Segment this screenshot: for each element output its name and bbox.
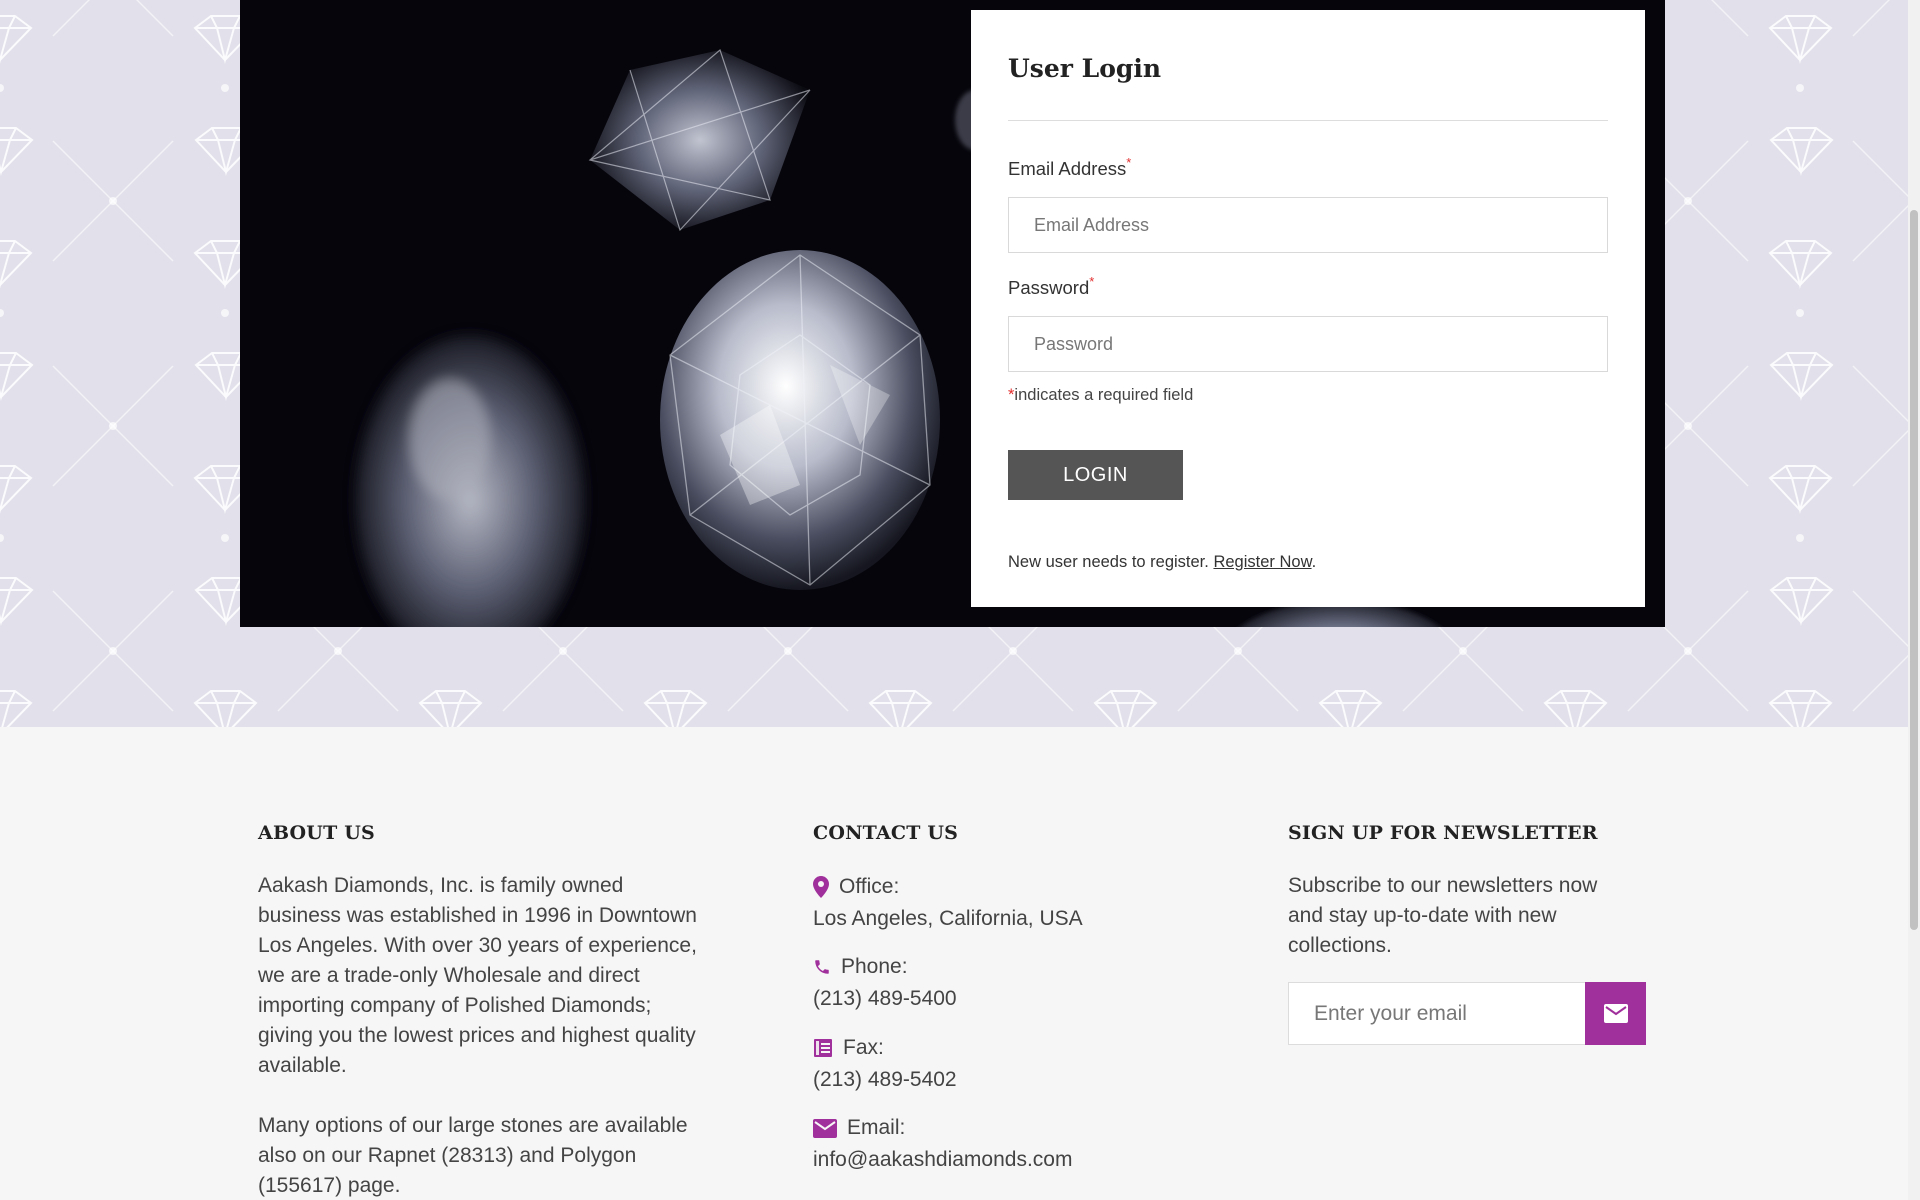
vertical-scrollbar[interactable] <box>1908 0 1920 1200</box>
email-input[interactable] <box>1008 197 1608 253</box>
register-suffix: . <box>1311 553 1317 571</box>
register-prefix: New user needs to register. <box>1008 553 1209 571</box>
mail-icon <box>813 1118 837 1138</box>
required-star: * <box>1126 155 1132 170</box>
scrollbar-thumb[interactable] <box>1910 210 1918 930</box>
office-value: Los Angeles, California, USA <box>813 907 1083 930</box>
email-value[interactable]: info@aakashdiamonds.com <box>813 1145 1072 1175</box>
phone-value: (213) 489-5400 <box>813 987 957 1010</box>
newsletter-submit-button[interactable] <box>1585 982 1646 1045</box>
contact-email: Email: info@aakashdiamonds.com <box>813 1113 1072 1175</box>
newsletter-description: Subscribe to our newsletters now and sta… <box>1288 874 1598 957</box>
register-now-link[interactable]: Register Now <box>1213 553 1311 571</box>
email-label-text: Email Address <box>1008 158 1127 179</box>
divider <box>1008 120 1608 121</box>
fax-icon <box>814 1039 832 1057</box>
contact-office: Office: Los Angeles, California, USA <box>813 872 1083 934</box>
about-paragraph-rapnet: Many options of our large stones are ava… <box>258 1114 688 1197</box>
diamond-front <box>660 250 940 590</box>
email-label: Email Address* <box>1008 155 1131 180</box>
password-input[interactable] <box>1008 316 1608 372</box>
required-note: *indicates a required field <box>1008 386 1193 405</box>
page: User Login Email Address* Password* *ind… <box>0 0 1908 1200</box>
about-heading: ABOUT US <box>258 822 375 844</box>
contact-fax: Fax: (213) 489-5402 <box>813 1033 957 1095</box>
phone-icon <box>815 960 829 974</box>
email-label: Email: <box>847 1116 906 1139</box>
newsletter-heading: SIGN UP FOR NEWSLETTER <box>1288 822 1598 844</box>
register-line: New user needs to register. Register Now… <box>1008 553 1316 572</box>
newsletter-email-input[interactable] <box>1288 982 1586 1045</box>
required-star: * <box>1089 274 1095 289</box>
office-label: Office: <box>839 875 900 898</box>
password-label: Password* <box>1008 274 1094 299</box>
login-card: User Login Email Address* Password* *ind… <box>971 10 1645 607</box>
required-note-text: indicates a required field <box>1014 386 1194 404</box>
phone-label: Phone: <box>841 955 908 978</box>
fax-label: Fax: <box>843 1036 884 1059</box>
fax-value: (213) 489-5402 <box>813 1068 957 1091</box>
mail-icon <box>1603 1004 1628 1023</box>
login-title: User Login <box>1008 54 1162 83</box>
contact-phone: Phone: (213) 489-5400 <box>813 952 957 1014</box>
login-button[interactable]: LOGIN <box>1008 450 1183 500</box>
about-paragraph: Aakash Diamonds, Inc. is family owned bu… <box>258 874 697 1077</box>
password-label-text: Password <box>1008 277 1090 298</box>
map-pin-icon <box>813 876 829 898</box>
contact-heading: CONTACT US <box>813 822 959 844</box>
